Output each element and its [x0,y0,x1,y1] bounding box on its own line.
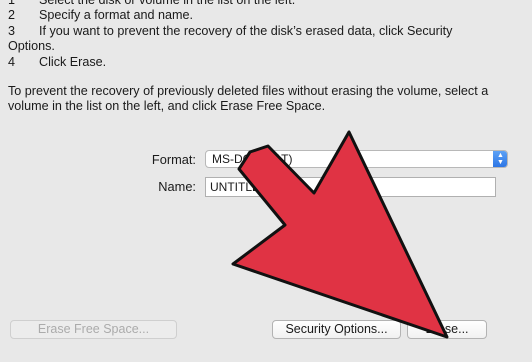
arrow-pointer-shape [231,130,449,339]
arrow-pointer-icon [231,130,449,339]
